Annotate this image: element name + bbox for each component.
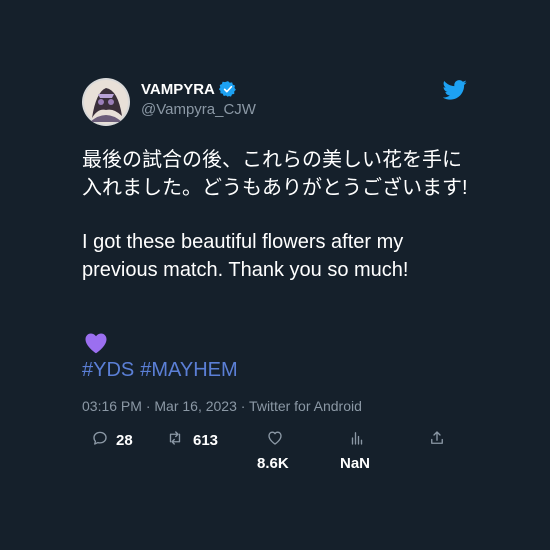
analytics-icon xyxy=(348,429,366,452)
author-display-name[interactable]: VAMPYRA xyxy=(141,81,215,98)
tweet-card: VAMPYRA @Vampyra_CJW 最後の試合の後、これらの美しい花を手に… xyxy=(0,0,550,550)
retweet-button[interactable]: 613 xyxy=(166,429,218,452)
hashtag-yds[interactable]: #YDS xyxy=(82,359,134,381)
views-count: NaN xyxy=(340,455,371,472)
share-icon xyxy=(428,429,446,452)
verified-badge-icon xyxy=(218,80,237,98)
author-handle[interactable]: @Vampyra_CJW xyxy=(141,101,256,118)
avatar[interactable] xyxy=(82,78,130,126)
tweet-text-english: I got these beautiful flowers after my p… xyxy=(82,231,409,281)
twitter-bird-icon[interactable] xyxy=(442,80,467,100)
tweet-text-japanese: 最後の試合の後、これらの美しい花を手に入れました。どうもありがとうございます! xyxy=(82,149,468,199)
retweet-count: 613 xyxy=(193,432,219,449)
reply-count: 28 xyxy=(116,432,133,449)
hashtag-mayhem[interactable]: #MAYHEM xyxy=(140,359,237,381)
like-button[interactable] xyxy=(266,429,284,452)
heart-outline-icon xyxy=(266,429,284,452)
tweet-text: 最後の試合の後、これらの美しい花を手に入れました。どうもありがとうございます! … xyxy=(82,146,472,284)
reply-icon xyxy=(91,429,109,452)
share-button[interactable] xyxy=(428,429,446,452)
purple-heart-icon xyxy=(84,332,108,354)
author-name-row: VAMPYRA xyxy=(141,80,237,98)
tweet-timestamp[interactable]: 03:16 PM · Mar 16, 2023 · Twitter for An… xyxy=(82,398,362,414)
views-button[interactable] xyxy=(348,429,366,452)
retweet-icon xyxy=(166,429,184,452)
hashtag-list: #YDS #MAYHEM xyxy=(82,357,244,383)
reply-button[interactable]: 28 xyxy=(91,429,133,452)
like-count: 8.6K xyxy=(257,455,289,472)
